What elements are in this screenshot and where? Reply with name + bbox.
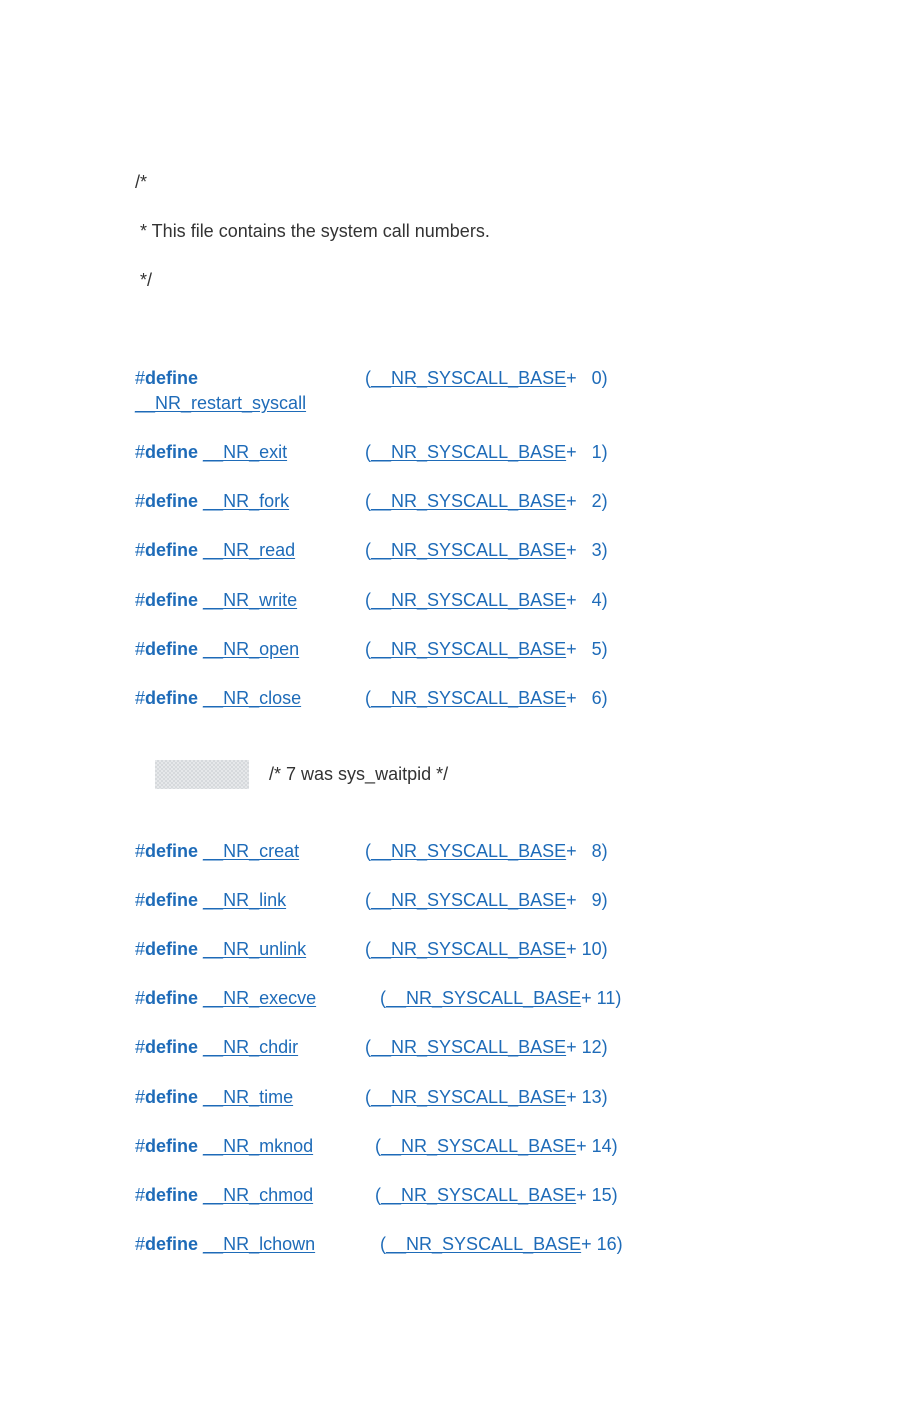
define-line: #define __NR_fork(__NR_SYSCALL_BASE+ 2) [135,489,920,514]
define-line: #define __NR_time(__NR_SYSCALL_BASE+ 13) [135,1085,920,1110]
define-name: #define __NR_execve [135,986,365,1011]
define-line: #define __NR_mknod (__NR_SYSCALL_BASE+ 1… [135,1134,920,1159]
define-value: (__NR_SYSCALL_BASE+ 0) [365,366,608,391]
define-line: #define __NR_link(__NR_SYSCALL_BASE+ 9) [135,888,920,913]
define-value: (__NR_SYSCALL_BASE+ 13) [365,1085,608,1110]
define-name: #define __NR_read [135,538,365,563]
define-value: (__NR_SYSCALL_BASE+ 15) [365,1183,618,1208]
define-line: #define __NR_lchown (__NR_SYSCALL_BASE+ … [135,1232,920,1257]
define-line: #define __NR_unlink(__NR_SYSCALL_BASE+ 1… [135,937,920,962]
define-name: #define __NR_fork [135,489,365,514]
define-line: #define __NR_restart_syscall(__NR_SYSCAL… [135,366,920,416]
define-line: #define __NR_write(__NR_SYSCALL_BASE+ 4) [135,588,920,613]
define-line: #define __NR_creat(__NR_SYSCALL_BASE+ 8) [135,839,920,864]
define-name: #define __NR_lchown [135,1232,365,1257]
define-name: #define __NR_exit [135,440,365,465]
comment-body: * This file contains the system call num… [135,219,920,244]
define-name: #define __NR_chdir [135,1035,365,1060]
define-value: (__NR_SYSCALL_BASE+ 14) [365,1134,618,1159]
define-value: (__NR_SYSCALL_BASE+ 3) [365,538,608,563]
define-name: #define __NR_chmod [135,1183,365,1208]
define-name: #define __NR_link [135,888,365,913]
define-name: #define __NR_restart_syscall [135,366,365,416]
define-value: (__NR_SYSCALL_BASE+ 12) [365,1035,608,1060]
define-name: #define __NR_close [135,686,365,711]
define-line: #define __NR_open(__NR_SYSCALL_BASE+ 5) [135,637,920,662]
highlight-box [155,760,249,789]
define-value: (__NR_SYSCALL_BASE+ 11) [365,986,621,1011]
define-value: (__NR_SYSCALL_BASE+ 2) [365,489,608,514]
define-list-2: #define __NR_creat(__NR_SYSCALL_BASE+ 8)… [135,839,920,1258]
comment-open: /* [135,170,920,195]
define-name: #define __NR_creat [135,839,365,864]
define-value: (__NR_SYSCALL_BASE+ 10) [365,937,608,962]
define-name: #define __NR_time [135,1085,365,1110]
define-value: (__NR_SYSCALL_BASE+ 5) [365,637,608,662]
define-value: (__NR_SYSCALL_BASE+ 4) [365,588,608,613]
comment-close: */ [135,268,920,293]
define-name: #define __NR_mknod [135,1134,365,1159]
define-name: #define __NR_unlink [135,937,365,962]
define-line: #define __NR_chmod (__NR_SYSCALL_BASE+ 1… [135,1183,920,1208]
define-value: (__NR_SYSCALL_BASE+ 16) [365,1232,623,1257]
code-document: /* * This file contains the system call … [0,0,920,1401]
blank-lines [135,318,920,366]
define-line: #define __NR_execve (__NR_SYSCALL_BASE+ … [135,986,920,1011]
define-line: #define __NR_chdir(__NR_SYSCALL_BASE+ 12… [135,1035,920,1060]
define-line: #define __NR_exit(__NR_SYSCALL_BASE+ 1) [135,440,920,465]
define-list-1: #define __NR_restart_syscall(__NR_SYSCAL… [135,366,920,712]
define-line: #define __NR_read(__NR_SYSCALL_BASE+ 3) [135,538,920,563]
define-value: (__NR_SYSCALL_BASE+ 1) [365,440,608,465]
removed-syscall-comment: /* 7 was sys_waitpid */ [269,764,448,784]
define-value: (__NR_SYSCALL_BASE+ 8) [365,839,608,864]
define-name: #define __NR_write [135,588,365,613]
define-value: (__NR_SYSCALL_BASE+ 9) [365,888,608,913]
define-line: #define __NR_close(__NR_SYSCALL_BASE+ 6) [135,686,920,711]
define-value: (__NR_SYSCALL_BASE+ 6) [365,686,608,711]
define-name: #define __NR_open [135,637,365,662]
removed-syscall-comment-line: /* 7 was sys_waitpid */ [135,735,920,815]
